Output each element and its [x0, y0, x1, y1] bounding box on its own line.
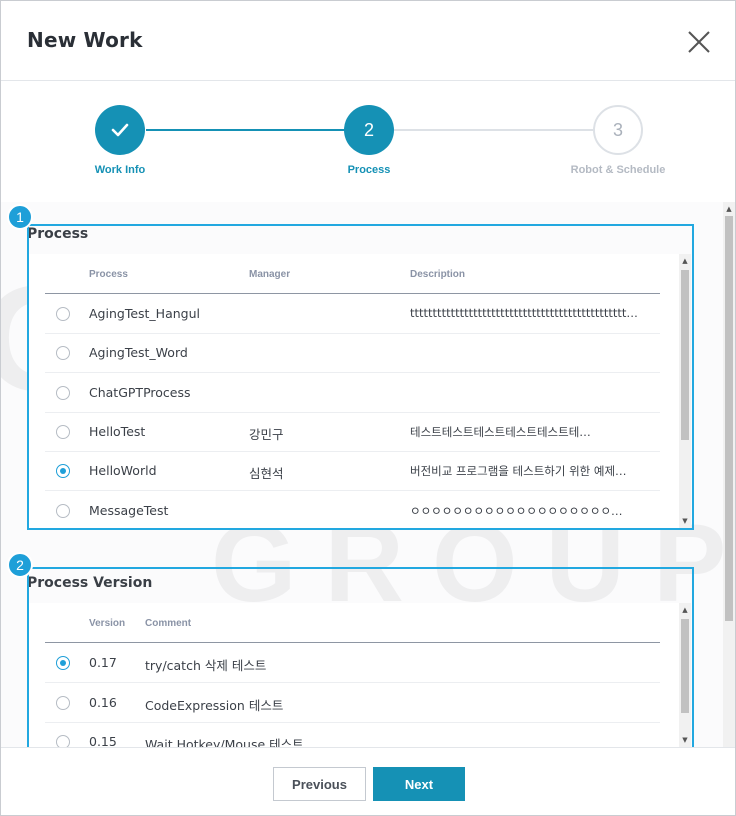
body-scrollbar[interactable]: ▲	[723, 202, 735, 747]
new-work-dialog: New Work OSCO GROUP Work Info 2 Process	[0, 0, 736, 816]
stepper: Work Info 2 Process 3 Robot & Schedule	[1, 82, 735, 202]
dialog-header: New Work	[1, 1, 735, 81]
step-1-label: Work Info	[94, 164, 146, 176]
step-2-circle: 2	[344, 105, 394, 155]
previous-button[interactable]: Previous	[273, 767, 366, 801]
body-scroll-thumb[interactable]	[725, 216, 733, 621]
process-section-badge: 1	[7, 204, 33, 230]
step-1-circle	[95, 105, 145, 155]
next-button[interactable]: Next	[373, 767, 465, 801]
dialog-body: OSCO GROUP Work Info 2 Process 3 Robot &…	[1, 82, 735, 747]
step-3-circle: 3	[593, 105, 643, 155]
step-2-label: Process	[347, 164, 391, 176]
close-button[interactable]	[683, 26, 715, 58]
close-icon	[688, 31, 710, 53]
dialog-footer: Previous Next	[1, 747, 735, 815]
dialog-title: New Work	[27, 28, 143, 52]
process-highlight-box	[27, 224, 694, 530]
step-connector-2	[394, 129, 594, 131]
check-icon	[111, 123, 129, 137]
version-section-badge: 2	[7, 552, 33, 578]
step-3-label: Robot & Schedule	[570, 164, 666, 176]
scroll-up-arrow[interactable]: ▲	[723, 204, 735, 214]
version-highlight-box	[27, 567, 694, 747]
step-connector-1	[146, 129, 345, 131]
